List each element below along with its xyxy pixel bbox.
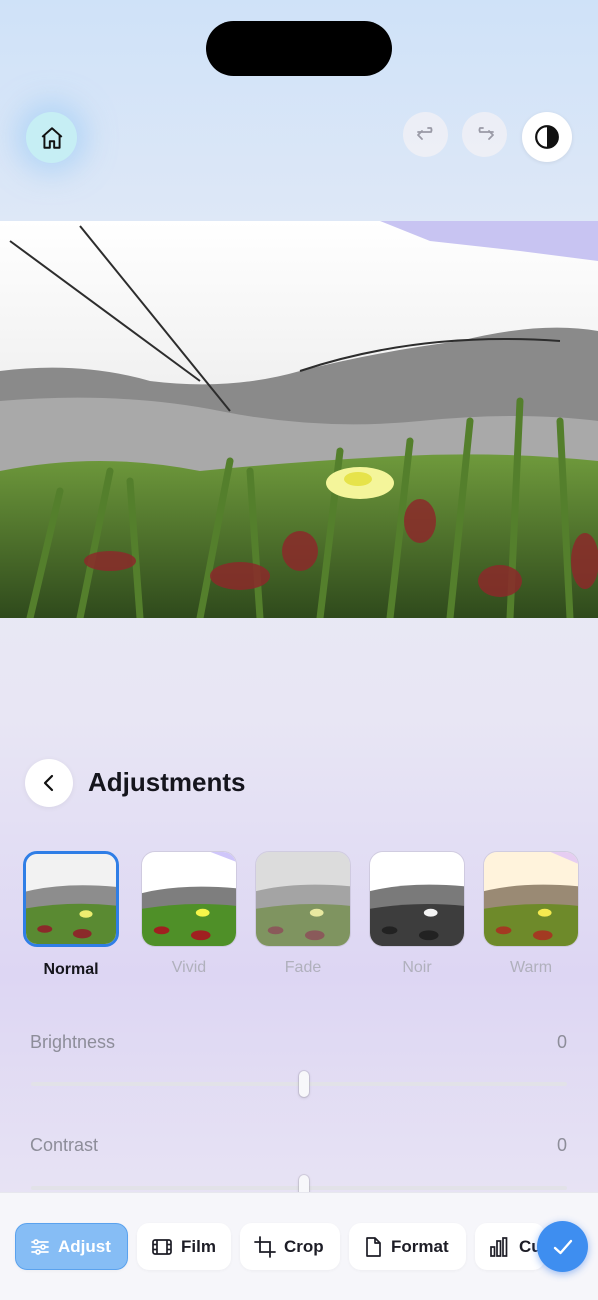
filter-vivid[interactable]: Vivid	[141, 851, 237, 977]
tab-label: Adjust	[58, 1236, 111, 1256]
filter-thumbnail	[483, 851, 579, 947]
filter-warm[interactable]: Warm	[483, 851, 579, 977]
tab-curves[interactable]: Cu	[475, 1223, 545, 1270]
tab-film[interactable]: Film	[137, 1223, 231, 1270]
redo-button[interactable]	[462, 112, 507, 157]
bar-chart-icon	[490, 1236, 508, 1257]
tab-label: Crop	[284, 1236, 324, 1256]
contrast-value: 0	[556, 1135, 567, 1155]
tab-format[interactable]: Format	[349, 1223, 466, 1270]
filter-label: Vivid	[171, 959, 207, 976]
compare-button[interactable]	[522, 112, 572, 162]
photo-image	[0, 221, 598, 618]
checkmark-icon	[553, 1239, 572, 1254]
redo-icon	[478, 126, 494, 140]
brightness-label: Brightness	[30, 1032, 116, 1052]
contrast-icon	[535, 125, 559, 149]
confirm-button[interactable]	[537, 1221, 588, 1272]
crop-icon	[254, 1235, 276, 1258]
filter-label: Warm	[509, 959, 553, 976]
photo-preview[interactable]	[0, 221, 598, 618]
undo-button[interactable]	[403, 112, 448, 157]
filter-noir[interactable]: Noir	[369, 851, 465, 977]
tab-crop[interactable]: Crop	[240, 1223, 340, 1270]
back-button[interactable]	[25, 759, 73, 807]
contrast-label: Contrast	[30, 1135, 99, 1155]
home-button[interactable]	[26, 112, 77, 163]
filter-label: Fade	[284, 959, 322, 976]
chevron-left-icon	[43, 774, 54, 792]
filter-normal[interactable]: Normal	[23, 851, 119, 979]
sliders-icon	[31, 1238, 49, 1255]
undo-icon	[416, 126, 432, 140]
brightness-value: 0	[556, 1032, 567, 1052]
tab-label: Format	[391, 1236, 449, 1256]
dynamic-island	[206, 21, 392, 76]
document-icon	[366, 1236, 381, 1257]
filter-label: Noir	[402, 959, 432, 976]
filter-thumbnail	[23, 851, 119, 947]
tab-adjust[interactable]: Adjust	[15, 1223, 128, 1270]
brightness-slider-thumb[interactable]	[299, 1071, 310, 1097]
film-icon	[152, 1238, 172, 1255]
filter-thumbnail	[255, 851, 351, 947]
filter-thumbnail	[141, 851, 237, 947]
filter-thumbnail	[369, 851, 465, 947]
home-icon	[41, 126, 62, 149]
filter-fade[interactable]: Fade	[255, 851, 351, 977]
filter-label: Normal	[43, 961, 99, 978]
tab-label: Film	[181, 1236, 216, 1256]
panel-title: Adjustments	[88, 767, 246, 797]
